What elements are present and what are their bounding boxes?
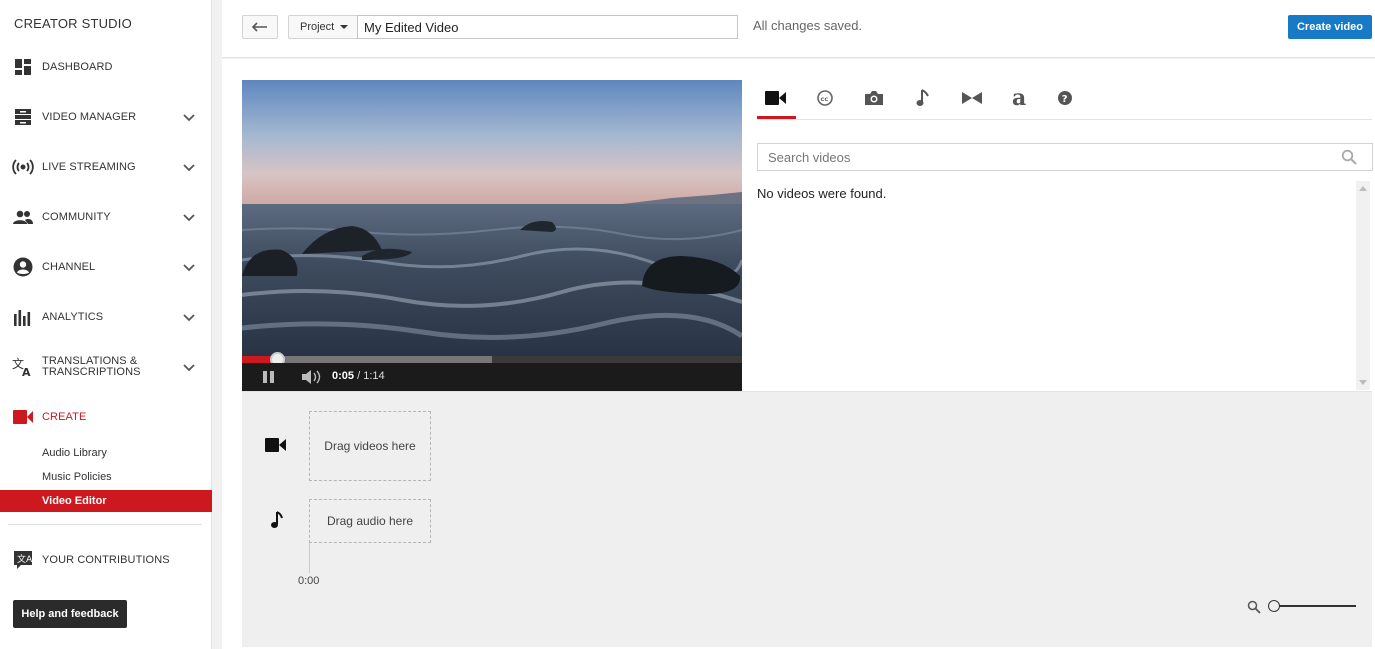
current-time: 0:05 [332, 370, 355, 382]
search-videos-input[interactable] [757, 143, 1373, 171]
project-menu-button[interactable]: Project [288, 15, 358, 39]
sidebar-item-label: DASHBOARD [42, 60, 113, 73]
help-question-icon: ? [1058, 91, 1072, 105]
sidebar-item-label: VIDEO MANAGER [42, 110, 137, 123]
sidebar-item-label: COMMUNITY [42, 210, 111, 223]
video-frame[interactable] [242, 80, 742, 356]
photo-camera-icon [865, 91, 883, 105]
tabs-divider [757, 119, 1372, 120]
create-video-button[interactable]: Create video [1288, 15, 1372, 39]
zoom-slider-track[interactable] [1273, 605, 1356, 607]
progress-bar[interactable] [242, 356, 742, 363]
sidebar-item-label: LIVE STREAMING [42, 160, 136, 173]
player-controls: 0:05 / 1:14 [242, 363, 742, 391]
dashboard-icon [12, 56, 34, 78]
sidebar-item-create[interactable]: CREATE [0, 397, 212, 437]
subitem-video-editor[interactable]: Video Editor [0, 490, 212, 512]
svg-text:A: A [22, 366, 31, 377]
svg-text:a: a [1012, 88, 1026, 108]
tab-help[interactable]: ? [1046, 82, 1084, 114]
scroll-up-arrow-icon[interactable] [1359, 186, 1367, 191]
text-a-icon: a [1012, 88, 1026, 108]
sidebar-item-label: YOUR CONTRIBUTIONS [42, 553, 170, 566]
sidebar: CREATOR STUDIO DASHBOARD VIDEO MANAGER L… [0, 0, 212, 649]
empty-results-message: No videos were found. [757, 186, 887, 201]
caret-down-icon [340, 25, 349, 29]
music-note-icon [916, 89, 929, 106]
audio-track-icon [265, 510, 287, 530]
subitem-audio-library[interactable]: Audio Library [0, 442, 212, 464]
live-streaming-icon [12, 156, 34, 178]
analytics-icon [12, 306, 34, 328]
chevron-down-icon[interactable] [182, 160, 196, 174]
sidebar-item-live-streaming[interactable]: LIVE STREAMING [0, 147, 212, 187]
svg-text:cc: cc [821, 95, 829, 103]
translate-icon: 文A [12, 356, 34, 378]
video-track-icon [265, 435, 287, 455]
scroll-down-arrow-icon[interactable] [1359, 380, 1367, 385]
tab-videos[interactable] [757, 82, 795, 114]
label-line-2: TRANSCRIPTIONS [42, 366, 141, 378]
time-display: 0:05 / 1:14 [332, 370, 385, 382]
sidebar-item-label: CHANNEL [42, 260, 96, 273]
contributions-icon: 文A [12, 549, 34, 571]
sidebar-item-channel[interactable]: CHANNEL [0, 247, 212, 287]
zoom-search-icon [1247, 600, 1261, 614]
tab-music[interactable] [904, 82, 942, 114]
save-status: All changes saved. [753, 18, 863, 33]
results-scrollbar[interactable] [1356, 181, 1370, 390]
timeline-start-time: 0:00 [298, 575, 320, 587]
sidebar-item-label: ANALYTICS [42, 310, 104, 323]
video-player[interactable]: 0:05 / 1:14 [242, 80, 742, 391]
brand-title[interactable]: CREATOR STUDIO [14, 16, 132, 31]
sidebar-item-dashboard[interactable]: DASHBOARD [0, 47, 212, 87]
active-tab-indicator [757, 116, 796, 119]
chevron-down-icon[interactable] [182, 210, 196, 224]
sidebar-item-label: TRANSLATIONS & TRANSCRIPTIONS [42, 356, 141, 378]
community-icon [12, 206, 34, 228]
chevron-down-icon[interactable] [182, 260, 196, 274]
project-label: Project [300, 21, 335, 33]
sidebar-divider [8, 524, 202, 525]
sidebar-item-your-contributions[interactable]: 文A YOUR CONTRIBUTIONS [0, 540, 212, 580]
back-arrow-icon [252, 22, 267, 32]
subitem-music-policies[interactable]: Music Policies [0, 466, 212, 488]
sidebar-item-analytics[interactable]: ANALYTICS [0, 297, 212, 337]
tab-photos[interactable] [855, 82, 893, 114]
video-camera-icon [765, 91, 786, 105]
audio-dropzone[interactable]: Drag audio here [309, 499, 431, 543]
svg-text:?: ? [1062, 94, 1068, 105]
chevron-down-icon[interactable] [182, 360, 196, 374]
channel-icon [12, 256, 34, 278]
sidebar-item-video-manager[interactable]: VIDEO MANAGER [0, 97, 212, 137]
tab-transitions[interactable] [953, 82, 991, 114]
top-bar: Project All changes saved. Create video [222, 0, 1375, 58]
zoom-slider-knob[interactable] [1268, 600, 1280, 612]
sidebar-item-translations[interactable]: 文A TRANSLATIONS & TRANSCRIPTIONS [0, 347, 212, 387]
video-dropzone[interactable]: Drag videos here [309, 411, 431, 481]
chevron-down-icon[interactable] [182, 110, 196, 124]
search-icon[interactable] [1341, 149, 1357, 165]
volume-icon[interactable] [301, 370, 323, 384]
video-manager-icon [12, 106, 34, 128]
back-button[interactable] [242, 15, 278, 39]
help-feedback-button[interactable]: Help and feedback [13, 600, 127, 628]
tab-captions[interactable]: cc [806, 82, 844, 114]
sidebar-item-community[interactable]: COMMUNITY [0, 197, 212, 237]
create-camera-icon [12, 406, 34, 428]
tab-text[interactable]: a [1001, 82, 1039, 114]
project-title-input[interactable] [357, 15, 738, 39]
timeline-playhead-line [309, 543, 310, 573]
captions-icon: cc [817, 90, 833, 106]
svg-text:文A: 文A [17, 553, 33, 565]
sidebar-item-label: CREATE [42, 410, 87, 423]
chevron-down-icon[interactable] [182, 310, 196, 324]
pause-icon[interactable] [261, 370, 277, 384]
transitions-bowtie-icon [962, 92, 982, 104]
duration: / 1:14 [357, 370, 385, 382]
